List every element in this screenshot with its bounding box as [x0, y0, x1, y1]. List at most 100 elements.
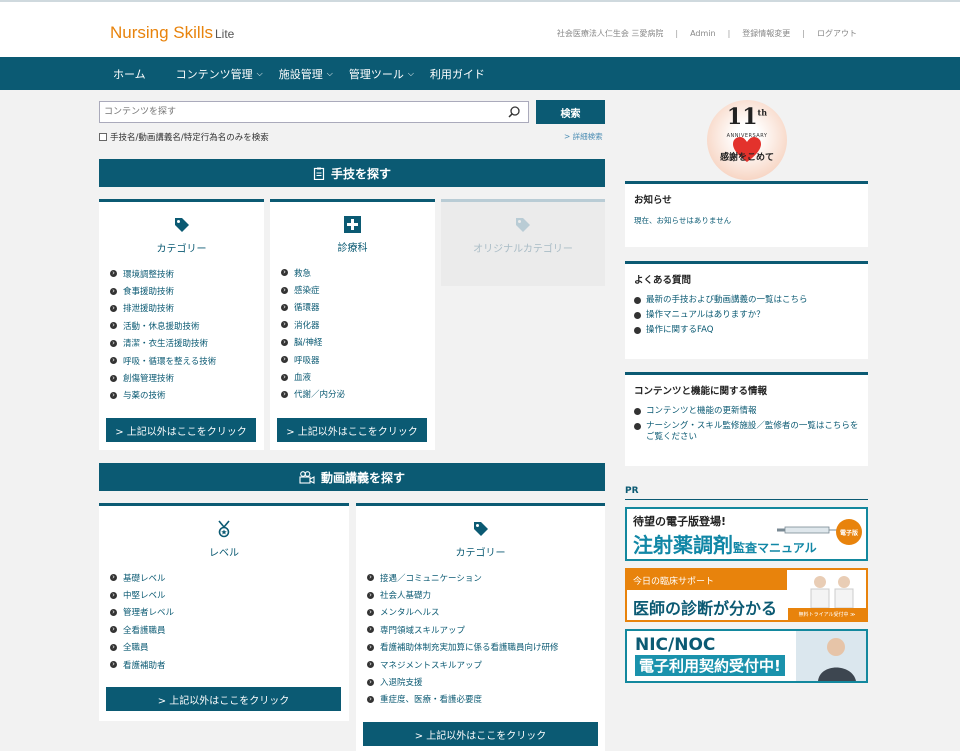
bullet-arrow-icon [281, 286, 288, 294]
video-camera-icon [299, 470, 315, 484]
bullet-arrow-icon [634, 408, 641, 415]
list-item[interactable]: 呼吸器 [281, 351, 435, 368]
bullet-arrow-icon [367, 643, 374, 651]
nav-facility-management[interactable]: 施設管理 ⌵ [279, 66, 333, 82]
nav-admin-tools[interactable]: 管理ツール ⌵ [349, 66, 414, 82]
chevron-down-icon: ⌵ [326, 68, 333, 78]
list-item[interactable]: 入退院支援 [367, 673, 605, 690]
list-item[interactable]: 看護補助体制充実加算に係る看護職員向け研修 [367, 639, 605, 656]
card-title: オリジナルカテゴリー [473, 244, 573, 255]
search-button[interactable]: 検索 [536, 100, 605, 124]
list-item[interactable]: 操作に関するFAQ [634, 325, 859, 336]
more-departments-button[interactable]: > 上記以外はここをクリック [277, 418, 427, 442]
news-panel: お知らせ 現在、お知らせはありません [625, 181, 868, 247]
list-item[interactable]: 救急 [281, 264, 435, 281]
bullet-arrow-icon [367, 626, 374, 634]
nic-noc-banner[interactable]: NIC/NOC 電子利用契約受付中! [625, 629, 868, 683]
list-item[interactable]: 感染症 [281, 281, 435, 298]
nav-content-management[interactable]: コンテンツ管理 ⌵ [176, 66, 263, 82]
list-item[interactable]: 操作マニュアルはありますか？ [634, 310, 859, 321]
list-item[interactable]: 脳/神経 [281, 334, 435, 351]
list-item[interactable]: 活動・休息援助技術 [110, 317, 264, 334]
card-title: カテゴリー [156, 244, 207, 255]
checkbox-box[interactable] [99, 133, 107, 141]
pr-label: PR [625, 486, 639, 496]
more-categories-button[interactable]: > 上記以外はここをクリック [106, 418, 256, 442]
medal-icon [218, 520, 230, 538]
search-icon[interactable] [507, 105, 521, 119]
bullet-arrow-icon [281, 269, 288, 277]
medical-cross-icon [344, 216, 361, 233]
title-only-checkbox[interactable]: 手技名/動画講義名/特定行為名のみを検索 [99, 131, 269, 143]
profile-link[interactable]: 登録情報変更 [742, 28, 790, 39]
nav-home[interactable]: ホーム [113, 66, 146, 82]
top-links: 社会医療法人仁生会 三愛病院 | Admin | 登録情報変更 | ログアウト [556, 28, 857, 39]
list-item[interactable]: 排泄援助技術 [110, 300, 264, 317]
list-item[interactable]: 看護補助者 [110, 656, 349, 673]
list-item[interactable]: 清潔・衣生活援助技術 [110, 335, 264, 352]
bullet-arrow-icon [110, 661, 117, 669]
list-item[interactable]: 管理者レベル [110, 604, 349, 621]
original-category-card[interactable]: オリジナルカテゴリー [441, 199, 605, 286]
nav-user-guide[interactable]: 利用ガイド [430, 66, 485, 82]
list-item[interactable]: 食事援助技術 [110, 282, 264, 299]
lectures-section-header: 動画講義を探す [99, 463, 605, 491]
bullet-arrow-icon [281, 338, 288, 346]
injection-manual-banner[interactable]: 待望の電子版登場! 注射薬調剤監査マニュアル 電子版 [625, 507, 868, 561]
list-item[interactable]: 最新の手技および動画講義の一覧はこちら [634, 295, 859, 306]
admin-link[interactable]: Admin [690, 29, 716, 38]
list-item[interactable]: 接遇／コミュニケーション [367, 569, 605, 586]
panel-title: よくある質問 [634, 275, 692, 286]
logout-link[interactable]: ログアウト [817, 28, 857, 39]
list-item[interactable]: ナーシング・スキル監修施設／監修者の一覧はこちらをご覧ください [634, 421, 859, 443]
clinical-support-banner[interactable]: 今日の臨床サポート 医師の診断が分かる 無料トライアル受付中 ≫ [625, 568, 868, 622]
skill-category-card: カテゴリー 環境調整技術 食事援助技術 排泄援助技術 活動・休息援助技術 清潔・… [99, 199, 264, 450]
bullet-arrow-icon [281, 356, 288, 364]
list-item[interactable]: マネジメントスキルアップ [367, 656, 605, 673]
list-item[interactable]: 全職員 [110, 639, 349, 656]
list-item[interactable]: メンタルヘルス [367, 604, 605, 621]
search-box [99, 101, 529, 123]
list-item[interactable]: 中堅レベル [110, 586, 349, 603]
lecture-category-card: カテゴリー 接遇／コミュニケーション 社会人基礎力 メンタルヘルス 専門領域スキ… [356, 503, 605, 751]
list-item[interactable]: 環境調整技術 [110, 265, 264, 282]
doctors-photo-icon [810, 576, 854, 608]
search-input[interactable] [100, 102, 500, 122]
divider [625, 499, 868, 500]
person-photo-icon [796, 631, 866, 681]
list-item[interactable]: 与薬の技術 [110, 387, 264, 404]
card-title: レベル [209, 548, 239, 559]
news-empty-text: 現在、お知らせはありません [634, 216, 732, 225]
list-item[interactable]: 社会人基礎力 [367, 586, 605, 603]
bullet-arrow-icon [110, 374, 117, 382]
list-item[interactable]: 血液 [281, 368, 435, 385]
list-item[interactable]: 基礎レベル [110, 569, 349, 586]
brand-logo[interactable]: Nursing Skills Lite [110, 23, 234, 43]
bullet-arrow-icon [367, 661, 374, 669]
bullet-arrow-icon [281, 303, 288, 311]
bullet-arrow-icon [110, 339, 117, 347]
faq-panel: よくある質問 最新の手技および動画講義の一覧はこちら 操作マニュアルはありますか… [625, 261, 868, 359]
tag-icon [516, 218, 530, 232]
tag-icon [473, 522, 488, 536]
bullet-arrow-icon [367, 608, 374, 616]
list-item[interactable]: コンテンツと機能の更新情報 [634, 406, 859, 417]
bullet-arrow-icon [634, 297, 641, 304]
list-item[interactable]: 全看護職員 [110, 621, 349, 638]
bullet-arrow-icon [110, 357, 117, 365]
list-item[interactable]: 呼吸・循環を整える技術 [110, 352, 264, 369]
tag-icon [174, 218, 189, 232]
advanced-search-link[interactable]: > 詳細検索 [564, 131, 603, 142]
anniversary-badge[interactable]: 11th ANNIVERSARY 感謝をこめて [707, 100, 787, 180]
list-item[interactable]: 専門領域スキルアップ [367, 621, 605, 638]
bullet-arrow-icon [634, 312, 641, 319]
list-item[interactable]: 代謝／内分泌 [281, 386, 435, 403]
list-item[interactable]: 消化器 [281, 316, 435, 333]
list-item[interactable]: 重症度、医療・看護必要度 [367, 691, 605, 708]
more-lecture-categories-button[interactable]: > 上記以外はここをクリック [363, 722, 598, 746]
bullet-arrow-icon [367, 678, 374, 686]
bullet-arrow-icon [110, 287, 117, 295]
more-levels-button[interactable]: > 上記以外はここをクリック [106, 687, 341, 711]
list-item[interactable]: 循環器 [281, 299, 435, 316]
list-item[interactable]: 創傷管理技術 [110, 369, 264, 386]
